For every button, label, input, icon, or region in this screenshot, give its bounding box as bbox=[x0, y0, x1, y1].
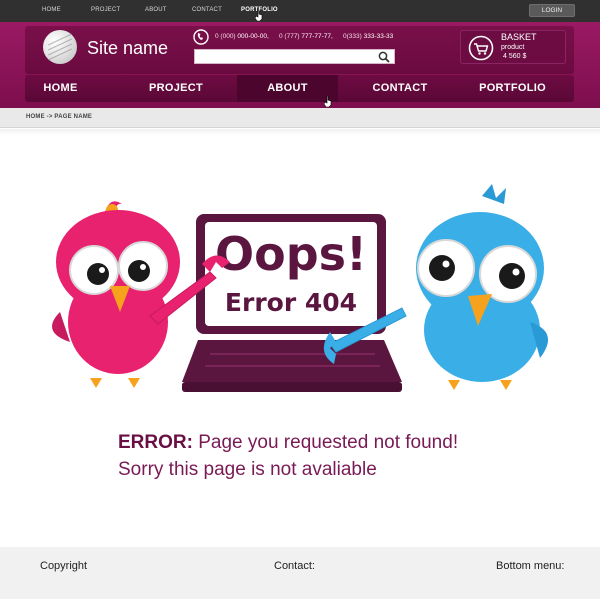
basket-price: 4 560 $ bbox=[503, 53, 527, 60]
oops-headline: Oops! bbox=[215, 227, 367, 281]
top-link-contact[interactable]: CONTACT bbox=[192, 7, 222, 13]
nav-item-about[interactable]: ABOUT bbox=[237, 75, 338, 102]
breadcrumb-shadow bbox=[0, 129, 600, 135]
search-icon[interactable] bbox=[378, 51, 390, 63]
top-bar: HOME PROJECT ABOUT CONTACT PORTFOLIO LOG… bbox=[0, 0, 600, 22]
phone-number-2: 0 (777) 777-77-77, bbox=[279, 33, 333, 40]
phone-icon bbox=[193, 29, 209, 45]
cart-icon[interactable] bbox=[468, 35, 494, 61]
top-link-project[interactable]: PROJECT bbox=[91, 7, 120, 13]
basket-subtitle: product bbox=[501, 44, 525, 51]
error-label: ERROR: bbox=[118, 432, 193, 453]
top-link-about[interactable]: ABOUT bbox=[145, 7, 167, 13]
nav-item-contact[interactable]: CONTACT bbox=[350, 75, 450, 102]
hand-cursor-icon bbox=[255, 10, 263, 21]
error-sub-message: Sorry this page is not avaliable bbox=[118, 459, 377, 480]
error-illustration: Oops! Error 404 bbox=[52, 184, 548, 392]
phone-number-1: 0 (000) 000-00-00, bbox=[215, 33, 269, 40]
footer-bottom-menu: Bottom menu: bbox=[496, 560, 565, 572]
site-name[interactable]: Site name bbox=[87, 38, 168, 59]
error-code: Error 404 bbox=[225, 288, 357, 317]
basket-title: BASKET bbox=[501, 32, 537, 42]
error-text: Page you requested not found! bbox=[192, 432, 459, 453]
footer-copyright: Copyright bbox=[40, 560, 88, 572]
breadcrumb[interactable]: HOME -> PAGE NAME bbox=[26, 114, 92, 120]
logo-icon[interactable] bbox=[43, 30, 77, 64]
search-input[interactable] bbox=[194, 49, 395, 64]
nav-item-home[interactable]: HOME bbox=[25, 75, 96, 102]
error-message: ERROR: Page you requested not found! bbox=[118, 432, 458, 454]
hand-cursor-icon bbox=[324, 96, 332, 107]
phone-number-3: 0(333) 333-33-33 bbox=[343, 33, 394, 40]
footer bbox=[0, 547, 600, 599]
nav-item-portfolio[interactable]: PORTFOLIO bbox=[462, 75, 563, 102]
nav-item-project[interactable]: PROJECT bbox=[126, 75, 226, 102]
login-button[interactable]: LOGIN bbox=[529, 4, 575, 17]
top-link-home[interactable]: HOME bbox=[42, 7, 61, 13]
footer-contact: Contact: bbox=[274, 560, 315, 572]
